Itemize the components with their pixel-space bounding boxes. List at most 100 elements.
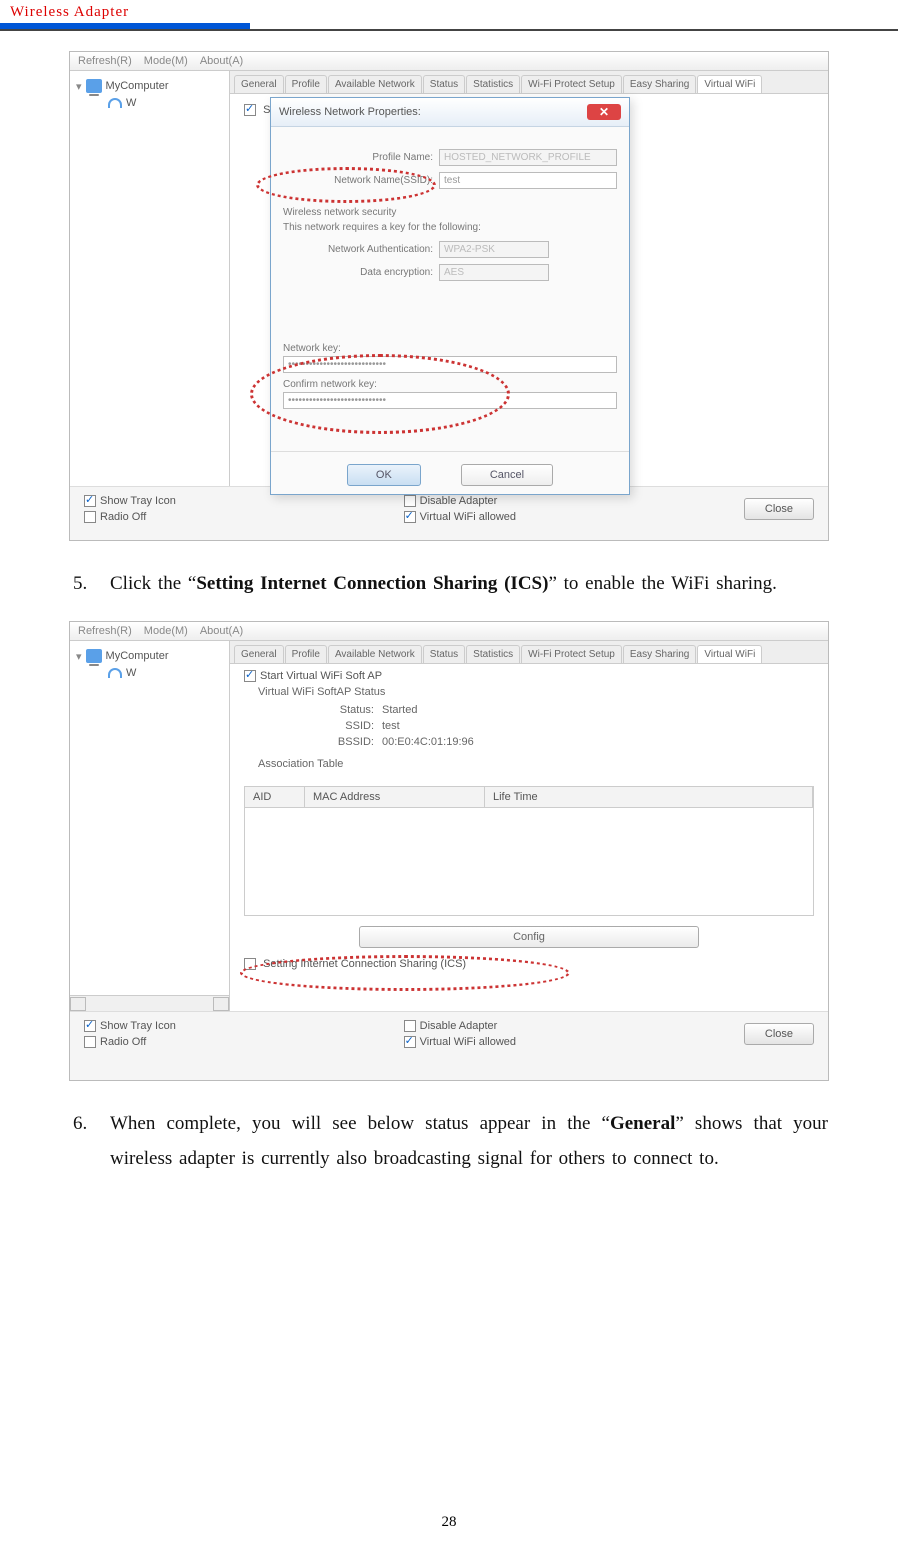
menu-about[interactable]: About(A) [200, 55, 243, 67]
disable-adapter-label-2: Disable Adapter [420, 1020, 498, 1032]
start-softap-label-2: Start Virtual WiFi Soft AP [260, 670, 382, 682]
tab-virtual-wifi[interactable]: Virtual WiFi [697, 75, 762, 93]
device-tree: ▾ MyComputer W [70, 71, 230, 486]
association-table: AID MAC Address Life Time [244, 786, 814, 916]
wireless-properties-dialog: Wireless Network Properties: ✕ Profile N… [270, 97, 630, 495]
config-button[interactable]: Config [359, 926, 699, 948]
auth-field: WPA2-PSK [439, 241, 549, 258]
tree-root-node[interactable]: ▾ MyComputer [74, 77, 225, 95]
screenshot-2: Refresh(R) Mode(M) About(A) ▾ MyComputer… [69, 621, 829, 1081]
vwifi-allowed-label: Virtual WiFi allowed [420, 511, 516, 523]
tree-root-node-2[interactable]: ▾ MyComputer [74, 647, 225, 665]
radio-off-checkbox-2[interactable] [84, 1036, 96, 1048]
cancel-button[interactable]: Cancel [461, 464, 553, 486]
disable-adapter-label: Disable Adapter [420, 495, 498, 507]
tab-general-2[interactable]: General [234, 645, 284, 663]
step-5-text-a: Click the “ [110, 573, 196, 594]
menu-mode[interactable]: Mode(M) [144, 55, 188, 67]
menu-mode-2[interactable]: Mode(M) [144, 625, 188, 637]
show-tray-checkbox[interactable] [84, 495, 96, 507]
softap-status-heading: Virtual WiFi SoftAP Status [258, 686, 814, 698]
col-aid[interactable]: AID [245, 787, 305, 807]
tree-toggle-icon-2[interactable]: ▾ [76, 650, 82, 663]
scroll-left-icon[interactable] [70, 997, 86, 1011]
tab-wps-2[interactable]: Wi-Fi Protect Setup [521, 645, 622, 663]
tab-wps[interactable]: Wi-Fi Protect Setup [521, 75, 622, 93]
encryption-field: AES [439, 264, 549, 281]
tab-easy-sharing[interactable]: Easy Sharing [623, 75, 696, 93]
page-number: 28 [0, 1514, 898, 1531]
step-6-text-a: When complete, you will see below status… [110, 1113, 610, 1134]
confirm-key-field[interactable]: •••••••••••••••••••••••••••• [283, 392, 617, 409]
start-softap-checkbox[interactable] [244, 104, 256, 116]
col-mac[interactable]: MAC Address [305, 787, 485, 807]
tree-child-node[interactable]: W [74, 95, 225, 111]
ics-label: Setting Internet Connection Sharing (ICS… [263, 958, 466, 970]
menu-about-2[interactable]: About(A) [200, 625, 243, 637]
tab-virtual-wifi-2[interactable]: Virtual WiFi [697, 645, 762, 663]
encryption-label: Data encryption: [283, 267, 433, 278]
ok-button[interactable]: OK [347, 464, 421, 486]
tab-easy-sharing-2[interactable]: Easy Sharing [623, 645, 696, 663]
tab-profile[interactable]: Profile [285, 75, 327, 93]
vwifi-allowed-label-2: Virtual WiFi allowed [420, 1036, 516, 1048]
tab-statistics[interactable]: Statistics [466, 75, 520, 93]
ics-checkbox[interactable] [244, 958, 256, 970]
tab-general[interactable]: General [234, 75, 284, 93]
tab-available-network-2[interactable]: Available Network [328, 645, 422, 663]
status-label: Status: [314, 704, 374, 716]
network-key-label: Network key: [283, 343, 341, 354]
app-menubar-2: Refresh(R) Mode(M) About(A) [70, 622, 828, 641]
col-life-time[interactable]: Life Time [485, 787, 813, 807]
tab-status[interactable]: Status [423, 75, 465, 93]
tree-child-label: W [126, 97, 136, 109]
ssid-label: Network Name(SSID): [283, 175, 433, 186]
close-button[interactable]: Close [744, 498, 814, 520]
tree-root-label: MyComputer [106, 80, 169, 92]
tree-child-label-2: W [126, 667, 136, 679]
menu-refresh[interactable]: Refresh(R) [78, 55, 132, 67]
tab-strip-2: General Profile Available Network Status… [230, 641, 828, 664]
tree-child-node-2[interactable]: W [74, 665, 225, 681]
computer-icon [86, 79, 102, 93]
security-subtext: This network requires a key for the foll… [283, 222, 617, 233]
tab-available-network[interactable]: Available Network [328, 75, 422, 93]
step-5-bold: Setting Internet Connection Sharing (ICS… [196, 573, 548, 594]
status-value: Started [382, 704, 417, 716]
menu-refresh-2[interactable]: Refresh(R) [78, 625, 132, 637]
start-softap-checkbox-2[interactable] [244, 670, 256, 682]
show-tray-checkbox-2[interactable] [84, 1020, 96, 1032]
vwifi-allowed-checkbox-2[interactable] [404, 1036, 416, 1048]
tab-profile-2[interactable]: Profile [285, 645, 327, 663]
scroll-right-icon[interactable] [213, 997, 229, 1011]
ssid-field[interactable]: test [439, 172, 617, 189]
tab-status-2[interactable]: Status [423, 645, 465, 663]
confirm-key-label: Confirm network key: [283, 379, 377, 390]
disable-adapter-checkbox[interactable] [404, 495, 416, 507]
dialog-close-icon[interactable]: ✕ [587, 104, 621, 120]
softap-ssid-label: SSID: [314, 720, 374, 732]
tab-statistics-2[interactable]: Statistics [466, 645, 520, 663]
page-header-title: Wireless Adapter [0, 0, 898, 23]
close-button-2[interactable]: Close [744, 1023, 814, 1045]
tree-root-label-2: MyComputer [106, 650, 169, 662]
vwifi-allowed-checkbox[interactable] [404, 511, 416, 523]
security-heading: Wireless network security [283, 207, 617, 218]
softap-ssid-value: test [382, 720, 400, 732]
show-tray-label-2: Show Tray Icon [100, 1020, 176, 1032]
radio-off-label-2: Radio Off [100, 1036, 146, 1048]
step-5-text-b: ” to enable the WiFi sharing. [548, 573, 776, 594]
bssid-label: BSSID: [314, 736, 374, 748]
radio-off-label: Radio Off [100, 511, 146, 523]
tree-toggle-icon[interactable]: ▾ [76, 80, 82, 93]
header-underline [0, 29, 898, 31]
disable-adapter-checkbox-2[interactable] [404, 1020, 416, 1032]
footer-options-2: Show Tray Icon Radio Off Disable Adapter… [70, 1011, 828, 1056]
radio-off-checkbox[interactable] [84, 511, 96, 523]
auth-label: Network Authentication: [283, 244, 433, 255]
screenshot-1: Refresh(R) Mode(M) About(A) ▾ MyComputer… [69, 51, 829, 541]
step-5: Click the “Setting Internet Connection S… [94, 566, 828, 601]
profile-name-label: Profile Name: [283, 152, 433, 163]
network-key-field[interactable]: •••••••••••••••••••••••••••• [283, 356, 617, 373]
wifi-icon-2 [108, 668, 122, 678]
